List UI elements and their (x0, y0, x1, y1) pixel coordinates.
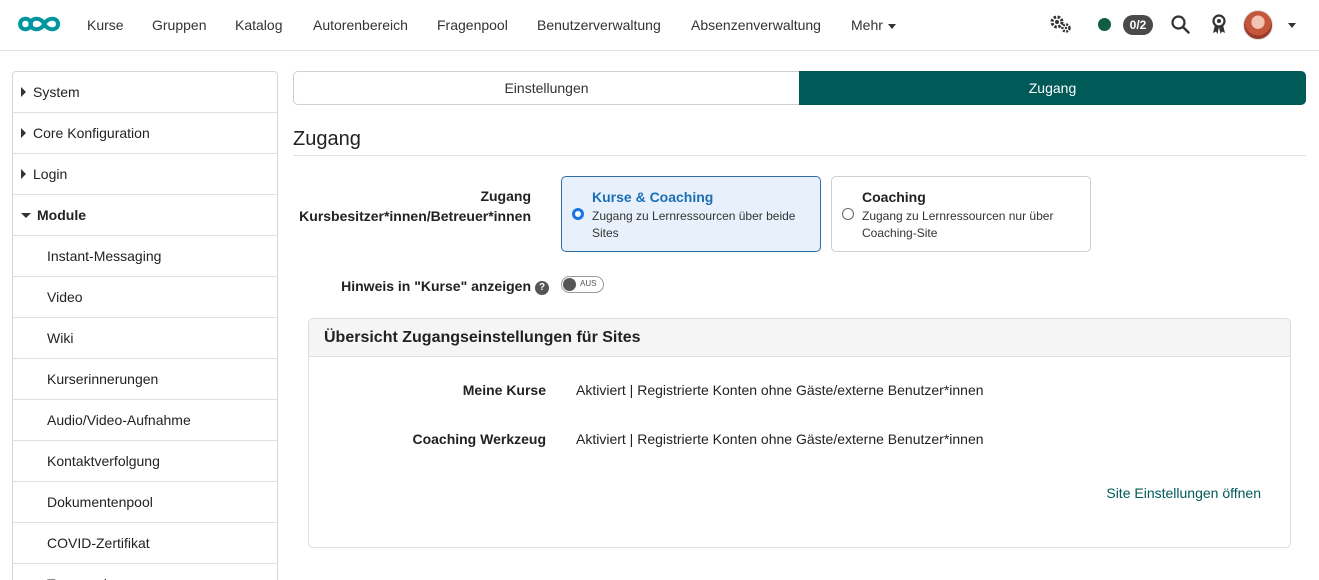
award-badge-icon[interactable] (1210, 14, 1228, 35)
toggle-knob (563, 278, 576, 291)
caret-right-icon (21, 128, 26, 138)
radio-unselected-icon[interactable] (842, 208, 854, 220)
open-site-settings-link[interactable]: Site Einstellungen öffnen (1106, 485, 1261, 501)
tab-einstellungen[interactable]: Einstellungen (293, 71, 799, 105)
online-status-icon[interactable] (1098, 18, 1111, 31)
help-icon[interactable]: ? (535, 281, 549, 295)
access-form-label: Zugang Kursbesitzer*innen/Betreuer*innen (293, 186, 531, 226)
nav-mehr-dropdown[interactable]: Mehr (851, 17, 896, 33)
toggle-state-text: AUS (580, 279, 597, 288)
access-label-line2: Kursbesitzer*innen/Betreuer*innen (299, 208, 531, 224)
sidebar-item-module[interactable]: Module (13, 195, 277, 236)
sites-overview-panel: Übersicht Zugangseinstellungen für Sites… (308, 318, 1291, 548)
sidebar-item-label: Core Konfiguration (33, 125, 150, 141)
row-value-coaching-werkzeug: Aktiviert | Registrierte Konten ohne Gäs… (576, 431, 984, 447)
tab-zugang[interactable]: Zugang (799, 71, 1306, 105)
nav-benutzerverwaltung[interactable]: Benutzerverwaltung (537, 17, 661, 33)
sidebar-item-instant-messaging[interactable]: Instant-Messaging (13, 236, 277, 277)
sidebar-item-kontaktverfolgung[interactable]: Kontaktverfolgung (13, 441, 277, 482)
nav-autorenbereich[interactable]: Autorenbereich (313, 17, 408, 33)
nav-fragenpool[interactable]: Fragenpool (437, 17, 508, 33)
hint-toggle[interactable]: AUS (561, 276, 604, 293)
nav-katalog[interactable]: Katalog (235, 17, 282, 33)
option-title: Coaching (862, 189, 926, 205)
hint-label-text: Hinweis in "Kurse" anzeigen (341, 278, 531, 294)
sidebar-item-audio-video-aufnahme[interactable]: Audio/Video-Aufnahme (13, 400, 277, 441)
user-avatar[interactable] (1243, 10, 1273, 40)
sidebar-item-label: Module (37, 207, 86, 223)
row-label-meine-kurse: Meine Kurse (462, 382, 546, 398)
top-navbar: Kurse Gruppen Katalog Autorenbereich Fra… (0, 0, 1319, 51)
caret-right-icon (21, 87, 26, 97)
admin-gears-icon[interactable] (1049, 14, 1072, 34)
sidebar-item-wiki[interactable]: Wiki (13, 318, 277, 359)
sidebar-item-taxonomie[interactable]: Taxonomie (13, 564, 277, 580)
option-title: Kurse & Coaching (592, 189, 714, 205)
sidebar-item-label: System (33, 84, 80, 100)
admin-sidebar: System Core Konfiguration Login Module I… (12, 71, 278, 580)
nav-absenzenverwaltung[interactable]: Absenzenverwaltung (691, 17, 821, 33)
caret-down-icon (21, 212, 31, 218)
option-description: Zugang zu Lernressourcen über beide Site… (592, 209, 796, 240)
avatar-chevron-down-icon[interactable] (1288, 23, 1296, 28)
radio-selected-icon[interactable] (572, 208, 584, 220)
option-description: Zugang zu Lernressourcen nur über Coachi… (862, 209, 1054, 240)
notification-badge[interactable]: 0/2 (1123, 15, 1153, 35)
title-divider (293, 155, 1306, 156)
row-value-meine-kurse: Aktiviert | Registrierte Konten ohne Gäs… (576, 382, 984, 398)
sidebar-item-label: Login (33, 166, 68, 182)
row-label-coaching-werkzeug: Coaching Werkzeug (412, 431, 546, 447)
sidebar-item-login[interactable]: Login (13, 154, 277, 195)
option-kurse-coaching[interactable]: Kurse & Coaching Zugang zu Lernressource… (561, 176, 821, 252)
page-title: Zugang (293, 128, 361, 150)
panel-title: Übersicht Zugangseinstellungen für Sites (309, 319, 1290, 357)
nav-mehr-label: Mehr (851, 17, 883, 33)
sidebar-item-core-konfiguration[interactable]: Core Konfiguration (13, 113, 277, 154)
hint-form-label: Hinweis in "Kurse" anzeigen? (293, 278, 549, 295)
sidebar-item-system[interactable]: System (13, 72, 277, 113)
nav-kurse[interactable]: Kurse (87, 17, 124, 33)
sidebar-item-dokumentenpool[interactable]: Dokumentenpool (13, 482, 277, 523)
access-label-line1: Zugang (480, 188, 531, 204)
openolat-logo-icon[interactable] (13, 11, 67, 37)
chevron-down-icon (887, 23, 896, 29)
caret-right-icon (21, 169, 26, 179)
sidebar-item-video[interactable]: Video (13, 277, 277, 318)
settings-tabs: Einstellungen Zugang (293, 71, 1306, 105)
nav-gruppen[interactable]: Gruppen (152, 17, 206, 33)
sidebar-item-covid-zertifikat[interactable]: COVID-Zertifikat (13, 523, 277, 564)
option-coaching[interactable]: Coaching Zugang zu Lernressourcen nur üb… (831, 176, 1091, 252)
search-icon[interactable] (1171, 15, 1190, 34)
sidebar-item-kurserinnerungen[interactable]: Kurserinnerungen (13, 359, 277, 400)
